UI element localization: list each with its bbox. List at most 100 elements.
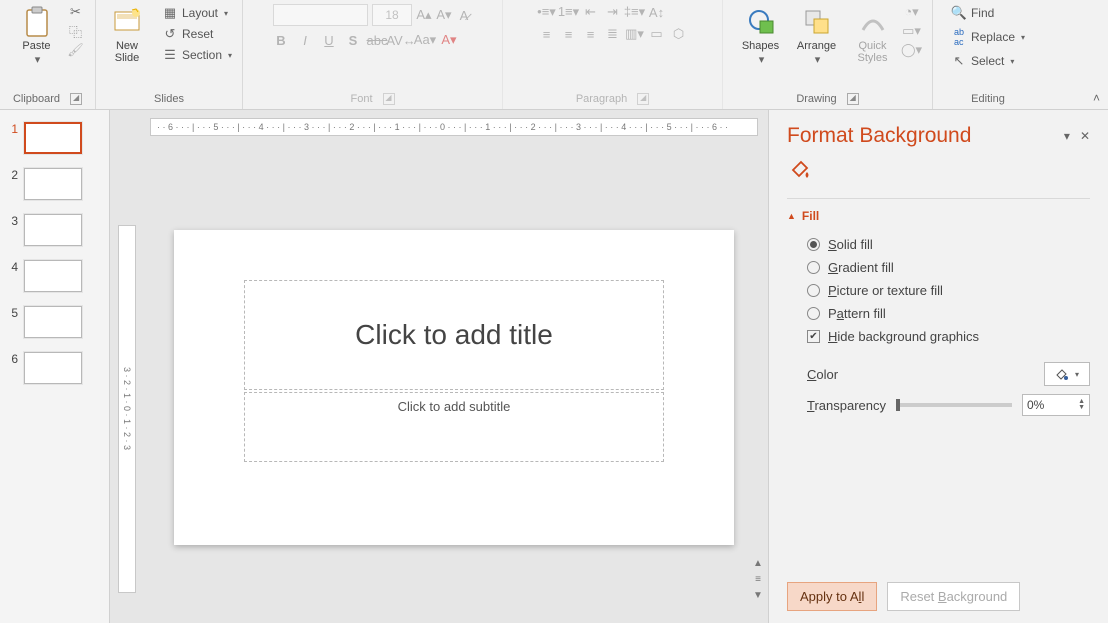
copy-button[interactable]: ⿻ [68,23,84,39]
split-handle[interactable]: ≡ [750,571,766,587]
bold-button[interactable]: B [273,32,289,48]
slide-thumbnails-pane[interactable]: 1 2 3 4 5 6 [0,110,110,623]
clipboard-icon [21,6,53,38]
shrink-font-button[interactable]: A▾ [436,7,452,23]
group-editing: 🔍Find abacReplace▾ ↖Select▾ Editing [933,0,1043,109]
pane-title: Format Background [787,124,971,148]
transparency-slider[interactable] [896,403,1012,407]
hide-bg-graphics-checkbox[interactable]: ✔ Hide background graphics [787,325,1090,348]
align-text-button[interactable]: ▭ [649,26,665,42]
font-family-combo[interactable] [273,4,368,26]
quick-styles-button[interactable]: Quick Styles [848,4,898,66]
group-label: Paragraph [576,93,627,105]
justify-button[interactable]: ≣ [605,26,621,42]
bullets-button[interactable]: •≡▾ [539,4,555,20]
select-button[interactable]: ↖Select▾ [947,52,1018,70]
shadow-button[interactable]: S [345,32,361,48]
arrange-button[interactable]: Arrange▾ [792,4,842,68]
thumbnail-5[interactable]: 5 [8,306,101,338]
group-label: Font [350,93,372,105]
reset-background-button[interactable]: Reset Background [887,582,1020,611]
strike-button[interactable]: abc [369,32,385,48]
drawing-dialog-launcher[interactable]: ◢ [847,93,859,105]
underline-button[interactable]: U [321,32,337,48]
new-slide-button[interactable]: New Slide [102,4,152,66]
radio-icon [807,307,820,320]
prev-slide-button[interactable]: ▲ [750,555,766,571]
transparency-spinbox[interactable]: 0% ▲▼ [1022,394,1090,416]
slide-editor: · · 6 · · · | · · · 5 · · · | · · · 4 · … [110,110,768,623]
shape-outline-button[interactable]: ▭▾ [904,23,920,39]
shape-fill-button[interactable]: ◔▾ [904,4,920,20]
select-icon: ↖ [951,53,967,69]
thumbnail-6[interactable]: 6 [8,352,101,384]
clear-format-button[interactable]: A̷ [456,7,472,23]
clipboard-dialog-launcher[interactable]: ◢ [70,93,82,105]
thumbnail-2[interactable]: 2 [8,168,101,200]
smartart-button[interactable]: ⬡ [671,26,687,42]
replace-button[interactable]: abacReplace▾ [947,28,1029,46]
find-button[interactable]: 🔍Find [947,4,998,22]
subtitle-placeholder[interactable]: Click to add subtitle [244,392,664,462]
align-left-button[interactable]: ≡ [539,26,555,42]
font-dialog-launcher[interactable]: ◢ [383,93,395,105]
columns-button[interactable]: ▥▾ [627,26,643,42]
format-painter-button[interactable]: 🖌 [68,42,84,58]
pane-options-button[interactable]: ▾ [1064,129,1070,143]
picture-fill-radio[interactable]: Picture or texture fill [787,279,1090,302]
group-font: A▴ A▾ A̷ B I U S abc AV↔ Aa▾ A▾ Font ◢ [243,0,503,109]
radio-icon [807,238,820,251]
cut-button[interactable]: ✂ [68,4,84,20]
fill-category-icon[interactable] [787,156,813,182]
ruler-horizontal[interactable]: · · 6 · · · | · · · 5 · · · | · · · 4 · … [150,118,758,136]
paste-button[interactable]: Paste ▾ [12,4,62,68]
text-direction-button[interactable]: A↕ [649,4,665,20]
italic-button[interactable]: I [297,32,313,48]
line-spacing-button[interactable]: ‡≡▾ [627,4,643,20]
grow-font-button[interactable]: A▴ [416,7,432,23]
replace-icon: abac [951,29,967,45]
thumbnail-3[interactable]: 3 [8,214,101,246]
numbering-button[interactable]: 1≡▾ [561,4,577,20]
collapse-ribbon-button[interactable]: ˄ [1093,91,1100,105]
section-button[interactable]: ☰Section▾ [158,46,236,64]
title-placeholder[interactable]: Click to add title [244,280,664,390]
pattern-fill-radio[interactable]: Pattern fill [787,302,1090,325]
color-picker-button[interactable]: ▾ [1044,362,1090,386]
shape-effects-button[interactable]: ◯▾ [904,42,920,58]
group-slides: New Slide ▦Layout▾ ↺Reset ☰Section▾ Slid… [96,0,243,109]
dropdown-caret-icon: ▾ [35,54,41,66]
group-drawing: Shapes▾ Arrange▾ Quick Styles ◔▾ ▭▾ ◯▾ D… [723,0,933,109]
group-paragraph: •≡▾ 1≡▾ ⇤ ⇥ ‡≡▾ A↕ ≡ ≡ ≡ ≣ ▥▾ ▭ ⬡ Paragr… [503,0,723,109]
align-right-button[interactable]: ≡ [583,26,599,42]
ruler-vertical[interactable]: 3 · 2 · 1 · 0 · 1 · 2 · 3 [118,225,136,593]
dec-indent-button[interactable]: ⇤ [583,4,599,20]
fill-section-header[interactable]: ▲ Fill [787,209,1090,223]
apply-to-all-button[interactable]: Apply to All [787,582,877,611]
gradient-fill-radio[interactable]: Gradient fill [787,256,1090,279]
radio-icon [807,284,820,297]
pane-close-button[interactable]: ✕ [1080,129,1090,143]
font-color-button[interactable]: A▾ [441,32,457,48]
align-center-button[interactable]: ≡ [561,26,577,42]
color-row: Color ▾ [787,358,1090,390]
slide-canvas[interactable]: Click to add title Click to add subtitle [174,230,734,545]
radio-icon [807,261,820,274]
char-spacing-button[interactable]: AV↔ [393,32,409,48]
slide-nav-controls: ▲ ≡ ▼ [750,555,766,603]
next-slide-button[interactable]: ▼ [750,587,766,603]
thumbnail-4[interactable]: 4 [8,260,101,292]
layout-button[interactable]: ▦Layout▾ [158,4,236,22]
paragraph-dialog-launcher[interactable]: ◢ [637,93,649,105]
thumbnail-1[interactable]: 1 [8,122,101,154]
solid-fill-radio[interactable]: Solid fill [787,233,1090,256]
inc-indent-button[interactable]: ⇥ [605,4,621,20]
workspace: 1 2 3 4 5 6 · · 6 · · · | · · · 5 · · · … [0,110,1108,623]
font-size-combo[interactable] [372,4,412,26]
new-slide-label: New Slide [115,40,139,64]
change-case-button[interactable]: Aa▾ [417,32,433,48]
spin-down[interactable]: ▼ [1078,405,1085,411]
shapes-button[interactable]: Shapes▾ [736,4,786,68]
group-label: Slides [154,93,184,105]
reset-button[interactable]: ↺Reset [158,25,236,43]
